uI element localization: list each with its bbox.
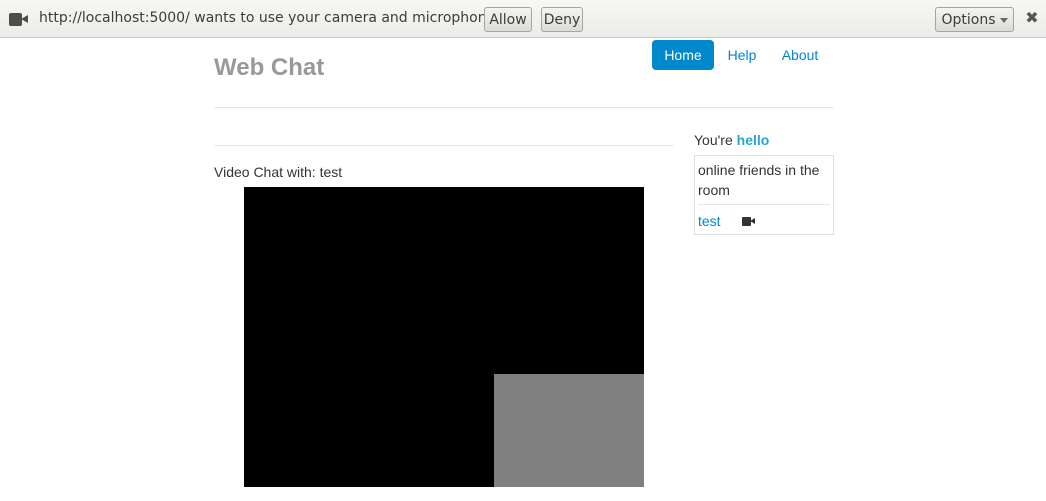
options-button[interactable]: Options — [935, 7, 1014, 32]
nav-about[interactable]: About — [778, 40, 822, 70]
content-divider — [214, 145, 674, 146]
video-chat-label: Video Chat with: test — [214, 164, 343, 180]
permission-bar: http://localhost:5000/ wants to use your… — [0, 0, 1046, 38]
current-user: You're hello — [694, 132, 769, 148]
close-icon[interactable]: ✖ — [1024, 10, 1040, 26]
brand-title[interactable]: Web Chat — [214, 54, 324, 82]
friends-divider — [698, 204, 830, 205]
current-username: hello — [736, 132, 770, 148]
nav-help[interactable]: Help — [724, 40, 760, 70]
local-video — [494, 374, 644, 487]
nav-home[interactable]: Home — [652, 40, 714, 70]
allow-button[interactable]: Allow — [484, 7, 532, 32]
camera-icon — [9, 13, 29, 26]
deny-button[interactable]: Deny — [541, 7, 583, 32]
online-friends-panel: online friends in the room test — [694, 155, 834, 235]
friend-link[interactable]: test — [698, 213, 721, 229]
video-camera-icon[interactable] — [742, 217, 755, 226]
caret-down-icon — [999, 17, 1008, 23]
youre-prefix: You're — [694, 132, 733, 148]
online-friends-title: online friends in the room — [698, 162, 820, 198]
header-divider — [214, 107, 834, 108]
permission-message: http://localhost:5000/ wants to use your… — [39, 10, 500, 26]
options-label: Options — [941, 11, 996, 28]
